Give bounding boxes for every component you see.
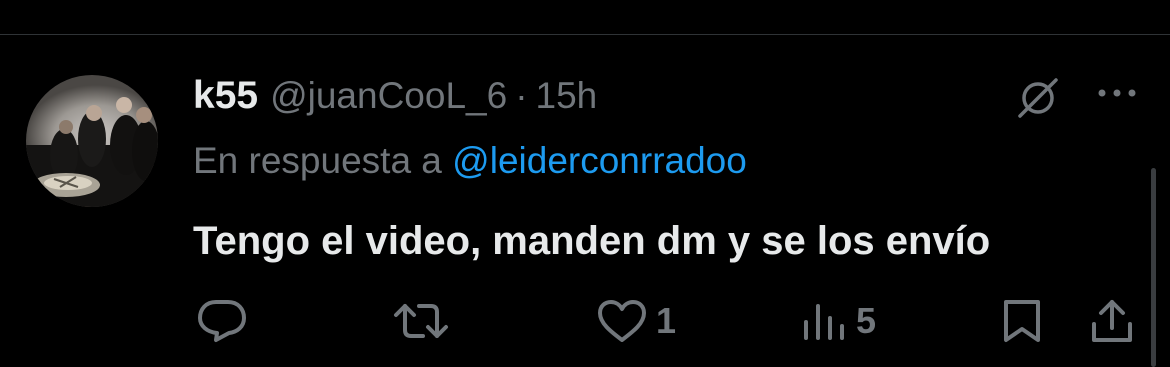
- reply-button[interactable]: [196, 296, 256, 346]
- reply-prefix: En respuesta a: [193, 140, 442, 181]
- like-button[interactable]: 1: [596, 296, 676, 346]
- more-icon[interactable]: [1096, 82, 1138, 104]
- avatar-photo: [26, 97, 158, 207]
- views-button[interactable]: 5: [800, 296, 876, 346]
- reply-context: En respuesta a @leiderconrradoo: [193, 140, 747, 182]
- views-icon: [804, 304, 844, 340]
- bookmark-icon: [1004, 300, 1040, 342]
- grok-icon[interactable]: [1016, 76, 1060, 120]
- share-icon: [1092, 300, 1132, 342]
- retweet-icon: [394, 304, 448, 338]
- bookmark-button[interactable]: [1000, 296, 1044, 346]
- heart-icon: [598, 300, 646, 342]
- like-count: 1: [656, 300, 677, 341]
- reply-mention-link[interactable]: @leiderconrradoo: [452, 140, 747, 181]
- views-count: 5: [856, 300, 877, 341]
- share-button[interactable]: [1088, 296, 1136, 346]
- avatar[interactable]: [26, 75, 158, 207]
- display-name[interactable]: k55: [193, 74, 258, 118]
- timestamp[interactable]: 15h: [536, 75, 598, 117]
- tweet-text: Tengo el video, manden dm y se los envío: [193, 219, 991, 263]
- retweet-button[interactable]: [393, 296, 457, 346]
- top-divider: [0, 34, 1170, 35]
- user-handle[interactable]: @juanCooL_6: [270, 75, 507, 117]
- scrollbar[interactable]: [1151, 168, 1156, 367]
- reply-icon: [198, 300, 246, 342]
- tweet-header: k55 @juanCooL_6 · 15h: [193, 74, 597, 118]
- separator-dot: ·: [515, 75, 528, 116]
